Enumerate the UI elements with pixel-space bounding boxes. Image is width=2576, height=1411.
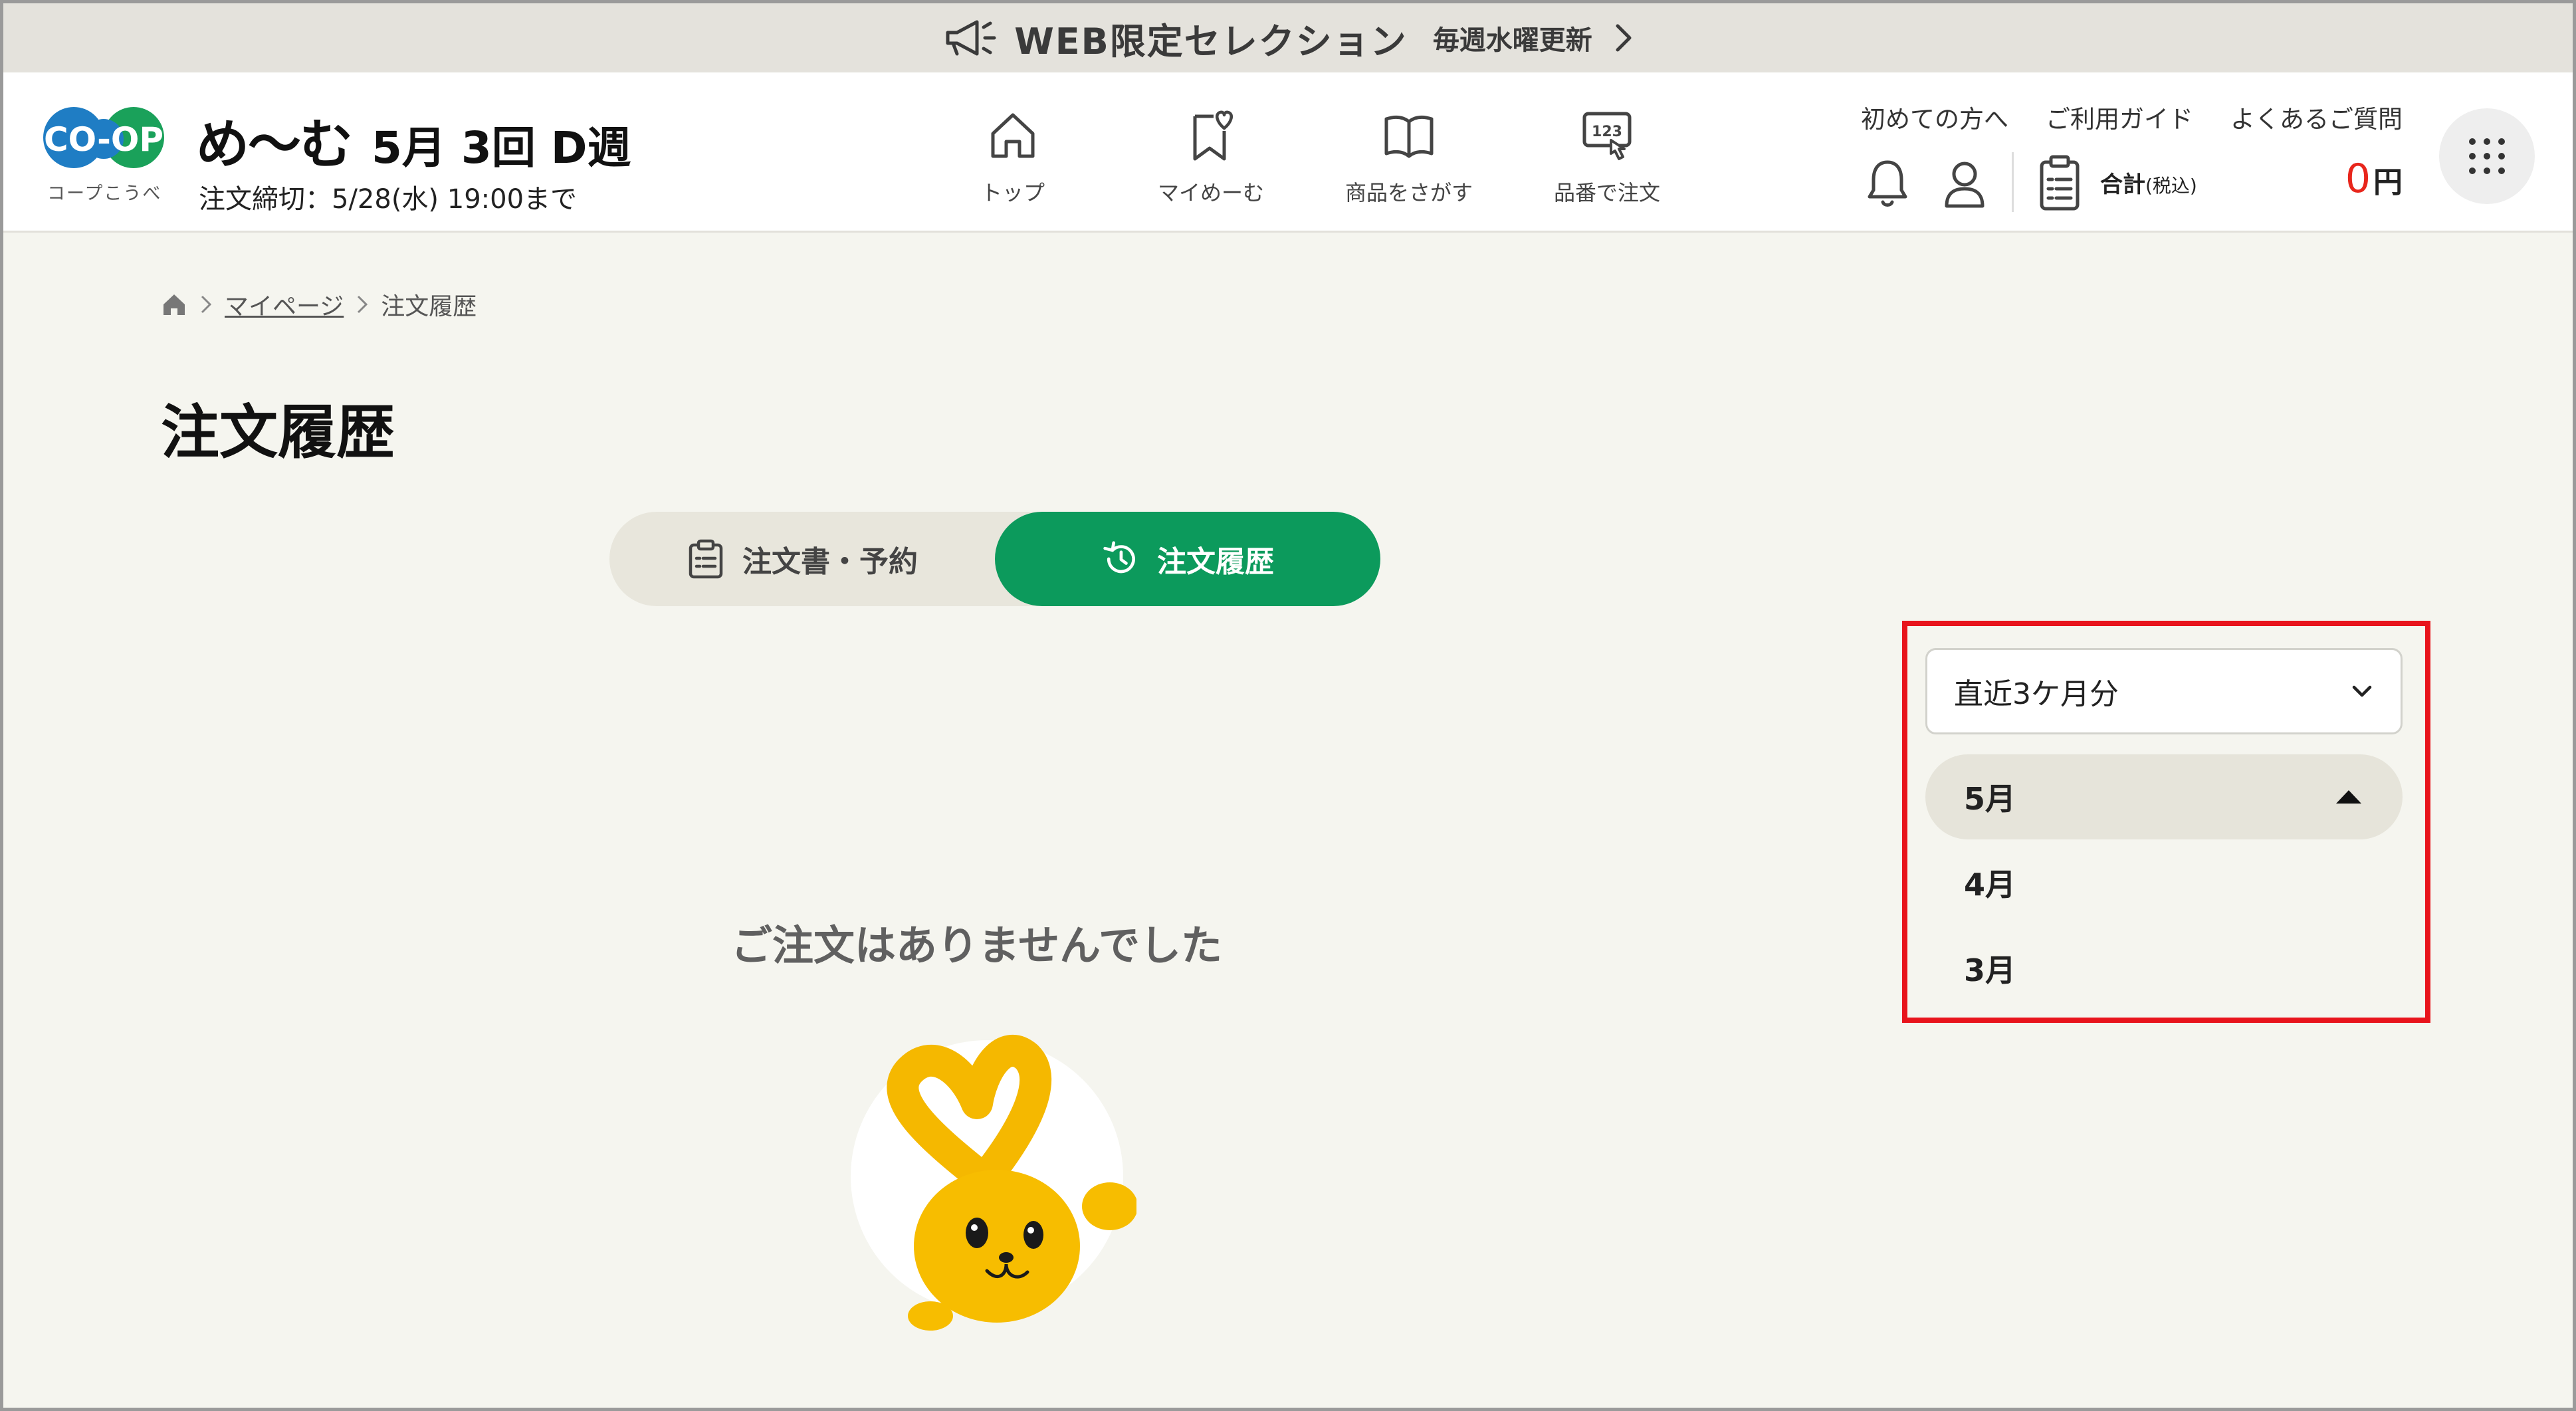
total-label: 合計(税込) bbox=[2100, 171, 2197, 198]
total-value: 0 bbox=[2345, 156, 2371, 202]
nav-label: 品番で注文 bbox=[1553, 180, 1660, 205]
week-info: 5月 3回 D週 bbox=[372, 122, 631, 173]
logo-text: CO-OP bbox=[44, 120, 163, 159]
user-icon[interactable] bbox=[1941, 153, 1988, 211]
grid-menu-icon bbox=[2469, 138, 2505, 174]
clipboard-icon[interactable] bbox=[2036, 153, 2083, 211]
brand-name[interactable]: め〜む bbox=[196, 102, 353, 179]
tab-label: 注文履歴 bbox=[1157, 545, 1274, 579]
month-option-may[interactable]: 5月 bbox=[1925, 754, 2403, 839]
logo-subtitle: コープこうべ bbox=[47, 183, 162, 204]
order-tabs: 注文書・予約 注文履歴 bbox=[609, 512, 1380, 606]
nav-label: 商品をさがす bbox=[1344, 180, 1473, 205]
svg-text:123: 123 bbox=[1592, 124, 1622, 140]
breadcrumb-current: 注文履歴 bbox=[381, 293, 477, 320]
nav-label: マイめーむ bbox=[1157, 180, 1264, 205]
nav-search-products[interactable]: 商品をさがす bbox=[1310, 107, 1508, 213]
bell-icon[interactable] bbox=[1864, 153, 1911, 211]
tab-order-history[interactable]: 注文履歴 bbox=[995, 512, 1380, 606]
clipboard-icon bbox=[689, 539, 723, 579]
chevron-down-icon bbox=[2352, 685, 2372, 697]
nav-my-meem[interactable]: マイめーむ bbox=[1112, 107, 1310, 213]
main-nav: トップ マイめーむ 商品をさがす 123 品番で注文 bbox=[914, 107, 1706, 213]
period-select[interactable]: 直近3ケ月分 bbox=[1925, 648, 2403, 734]
tab-order-form[interactable]: 注文書・予約 bbox=[609, 512, 995, 606]
option-label: 5月 bbox=[1964, 781, 2016, 817]
link-faq[interactable]: よくあるご質問 bbox=[2230, 99, 2403, 135]
book-icon bbox=[1384, 115, 1434, 158]
nav-label: トップ bbox=[980, 180, 1045, 205]
chevron-right-icon bbox=[358, 295, 368, 314]
nav-top[interactable]: トップ bbox=[914, 107, 1112, 213]
megaphone-icon bbox=[946, 20, 996, 56]
chevron-right-icon bbox=[201, 295, 212, 314]
history-icon bbox=[1103, 541, 1135, 574]
utility-links: 初めての方へ ご利用ガイド よくあるご質問 bbox=[1861, 99, 2403, 135]
tax-note: (税込) bbox=[2145, 174, 2197, 197]
mascot-illustration bbox=[851, 1035, 1136, 1331]
divider bbox=[2012, 152, 2014, 212]
coop-logo[interactable]: CO-OP bbox=[41, 98, 167, 184]
total-amount: 0 円 bbox=[2345, 156, 2403, 202]
home-icon[interactable] bbox=[161, 291, 187, 318]
link-user-guide[interactable]: ご利用ガイド bbox=[2046, 99, 2193, 135]
number-touch-icon: 123 bbox=[1582, 112, 1632, 160]
promo-title: WEB限定セレクション bbox=[1014, 20, 1408, 62]
select-value: 直近3ケ月分 bbox=[1954, 677, 2119, 711]
home-icon bbox=[991, 113, 1035, 158]
month-option-april[interactable]: 4月 bbox=[1925, 840, 2403, 925]
empty-message: ご注文はありませんでした bbox=[731, 921, 1223, 970]
breadcrumb-mypage[interactable]: マイページ bbox=[225, 287, 344, 322]
tab-label: 注文書・予約 bbox=[742, 545, 918, 579]
chevron-right-icon bbox=[1616, 24, 1632, 52]
nav-order-by-number[interactable]: 123 品番で注文 bbox=[1508, 107, 1706, 213]
page-title: 注文履歴 bbox=[161, 398, 395, 467]
promo-subtitle: 毎週水曜更新 bbox=[1432, 25, 1592, 56]
menu-button[interactable] bbox=[2439, 108, 2535, 204]
caret-up-icon bbox=[2336, 790, 2361, 804]
option-label: 4月 bbox=[1964, 867, 2016, 903]
header-actions: 合計(税込) bbox=[1864, 152, 2197, 212]
site-header: CO-OP コープこうべ め〜む 5月 3回 D週 注文締切：5/28(水) 1… bbox=[3, 72, 2573, 233]
total-unit: 円 bbox=[2373, 165, 2403, 199]
link-first-time[interactable]: 初めての方へ bbox=[1861, 99, 2008, 135]
month-option-march[interactable]: 3月 bbox=[1925, 926, 2403, 1011]
option-label: 3月 bbox=[1964, 952, 2016, 988]
bookmark-heart-icon bbox=[1193, 110, 1234, 161]
promo-banner[interactable]: WEB限定セレクション 毎週水曜更新 bbox=[3, 3, 2573, 72]
brand-block: め〜む 5月 3回 D週 bbox=[196, 102, 631, 179]
order-deadline: 注文締切：5/28(水) 19:00まで bbox=[199, 184, 578, 215]
breadcrumb: マイページ 注文履歴 bbox=[161, 287, 477, 322]
